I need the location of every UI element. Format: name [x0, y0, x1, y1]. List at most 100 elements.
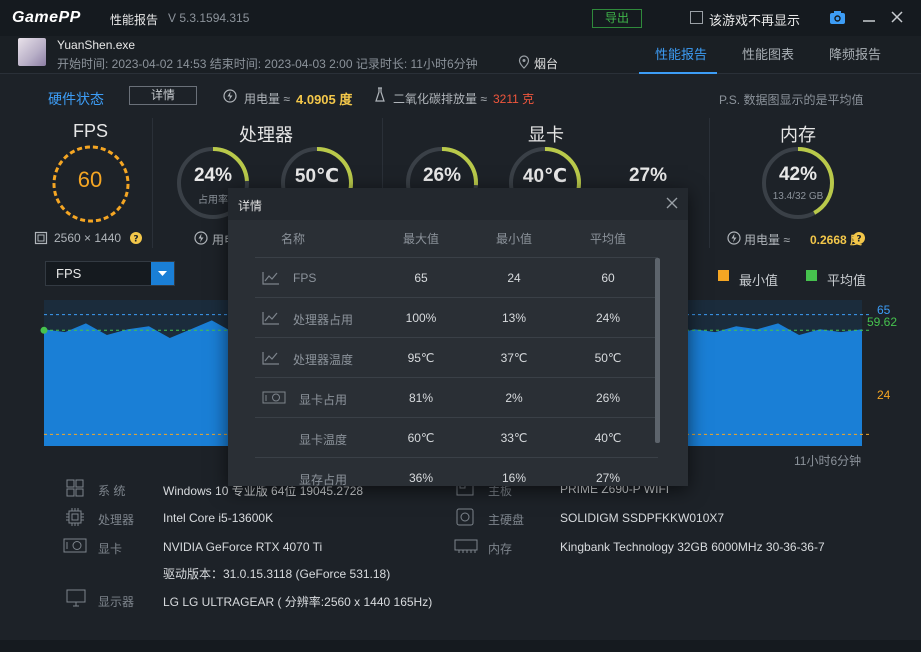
row-avg: 50℃ — [594, 351, 622, 365]
hide-game-label[interactable]: 该游戏不再显示 — [709, 10, 800, 29]
info-label-os: 系 统 — [98, 484, 126, 498]
row-max: 95℃ — [407, 351, 435, 365]
app-logo: GamePP — [12, 9, 81, 26]
ps-note: P.S. 数据图显示的是平均值 — [719, 93, 864, 107]
row-max: 36% — [408, 471, 434, 485]
help-icon[interactable]: ? — [853, 232, 865, 244]
chart-icon — [262, 312, 279, 325]
legend-avg-swatch — [806, 270, 817, 281]
gpu-temp-value: 40℃ — [522, 166, 568, 187]
memory-section-title: 内存 — [780, 125, 816, 145]
windows-icon — [66, 479, 84, 497]
col-header-min: 最小值 — [495, 232, 532, 246]
gpu-section-title: 显卡 — [528, 125, 564, 145]
row-min: 24 — [507, 271, 521, 285]
tab-throttle-report[interactable]: 降频报告 — [829, 44, 881, 63]
close-icon[interactable] — [890, 10, 904, 24]
table-row: 显存占用 36% 16% 27% — [255, 457, 658, 486]
col-header-avg: 平均值 — [589, 232, 626, 246]
power-icon — [727, 231, 741, 245]
disk-icon — [456, 508, 474, 526]
co2-label: 二氧化碳排放量 ≈ — [393, 92, 487, 106]
exe-name: YuanShen.exe — [57, 38, 136, 52]
section-divider — [709, 118, 710, 248]
row-avg: 60 — [601, 271, 615, 285]
co2-icon — [375, 87, 385, 102]
location-icon — [518, 55, 530, 69]
row-avg: 40℃ — [594, 431, 622, 445]
info-label-monitor: 显示器 — [98, 595, 135, 609]
hardware-status-title: 硬件状态 — [48, 91, 104, 107]
minimize-icon[interactable] — [862, 10, 876, 24]
row-avg: 24% — [595, 311, 621, 325]
export-button[interactable]: 导出 — [592, 9, 642, 28]
resolution-label: 2560 × 1440 — [54, 231, 122, 245]
location-label: 烟台 — [534, 57, 559, 71]
legend-min-label: 最小值 — [739, 273, 779, 288]
row-name: 显存占用 — [299, 473, 348, 486]
info-value-driver: 驱动版本：31.0.15.3118 (GeForce 531.18) — [163, 567, 391, 581]
hide-game-checkbox[interactable] — [690, 11, 703, 24]
detail-dialog: 详情 名称 最大值 最小值 平均值 FPS 65 24 60 处理器占用 100% 13% 2… — [228, 188, 688, 486]
camera-icon[interactable] — [829, 10, 846, 25]
chart-icon — [262, 352, 279, 365]
legend-min-swatch — [718, 270, 729, 281]
chart-min-label: 24 — [877, 388, 891, 402]
table-row: 显卡占用 81% 2% 26% — [255, 377, 658, 417]
footer-bar — [0, 640, 921, 652]
row-max: 60℃ — [407, 431, 435, 445]
chart-avg-label: 59.62 — [867, 315, 898, 329]
session-times: 开始时间: 2023-04-02 14:53 结束时间: 2023-04-03 … — [57, 57, 478, 71]
cpu-section-title: 处理器 — [239, 125, 293, 145]
help-icon[interactable]: ? — [130, 232, 142, 244]
memory-sub: 13.4/32 GB — [772, 191, 824, 202]
resolution-icon — [34, 231, 48, 245]
info-label-gpu: 显卡 — [98, 542, 123, 556]
table-row: FPS 65 24 60 — [255, 257, 658, 297]
row-max: 100% — [405, 311, 437, 325]
tab-performance-report[interactable]: 性能报告 — [655, 44, 707, 63]
dialog-header — [228, 188, 688, 220]
info-value-ram: Kingbank Technology 32GB 6000MHz 30-36-3… — [560, 540, 825, 554]
metric-select-value: FPS — [56, 266, 82, 281]
gpu-icon — [262, 391, 286, 404]
row-max: 65 — [414, 271, 428, 285]
tab-performance-chart[interactable]: 性能图表 — [742, 44, 794, 63]
close-icon[interactable] — [665, 196, 679, 210]
row-avg: 27% — [595, 471, 621, 485]
ram-icon — [454, 539, 478, 553]
avg-marker — [40, 326, 48, 334]
power-icon — [223, 89, 237, 103]
monitor-icon — [66, 589, 86, 607]
col-header-name: 名称 — [280, 232, 305, 246]
row-avg: 26% — [595, 391, 621, 405]
legend-avg-label: 平均值 — [827, 273, 867, 288]
row-min: 2% — [505, 391, 523, 405]
row-name: FPS — [293, 271, 317, 285]
info-label-cpu: 处理器 — [98, 513, 135, 527]
row-min: 33℃ — [500, 431, 528, 445]
table-row: 处理器占用 100% 13% 24% — [255, 297, 658, 337]
col-header-max: 最大值 — [402, 232, 439, 246]
info-value-monitor: LG LG ULTRAGEAR ( 分辨率:2560 x 1440 165Hz) — [163, 595, 433, 609]
info-label-disk: 主硬盘 — [488, 513, 525, 527]
detail-button[interactable]: 详情 — [129, 86, 197, 105]
report-title: 性能报告 — [110, 13, 159, 27]
table-row: 处理器温度 95℃ 37℃ 50℃ — [255, 337, 658, 377]
info-value-disk: SOLIDIGM SSDPFKKW010X7 — [560, 511, 725, 525]
fps-section-title: FPS — [73, 121, 109, 141]
fps-gauge-value: 60 — [77, 167, 103, 192]
dropdown-button[interactable] — [151, 262, 174, 285]
row-name: 处理器占用 — [293, 313, 354, 327]
cpu-usage-value: 24% — [193, 165, 233, 186]
gpu-icon — [63, 538, 87, 553]
row-min: 13% — [501, 311, 527, 325]
info-value-gpu: NVIDIA GeForce RTX 4070 Ti — [163, 540, 323, 554]
svg-text:?: ? — [133, 235, 138, 245]
power-value: 4.0905 度 — [296, 92, 353, 107]
cpu-icon — [66, 508, 84, 526]
version-label: V 5.3.1594.315 — [168, 11, 250, 25]
cpu-temp-value: 50℃ — [294, 166, 340, 187]
dialog-scrollbar[interactable] — [655, 258, 660, 443]
dialog-title: 详情 — [238, 199, 263, 213]
